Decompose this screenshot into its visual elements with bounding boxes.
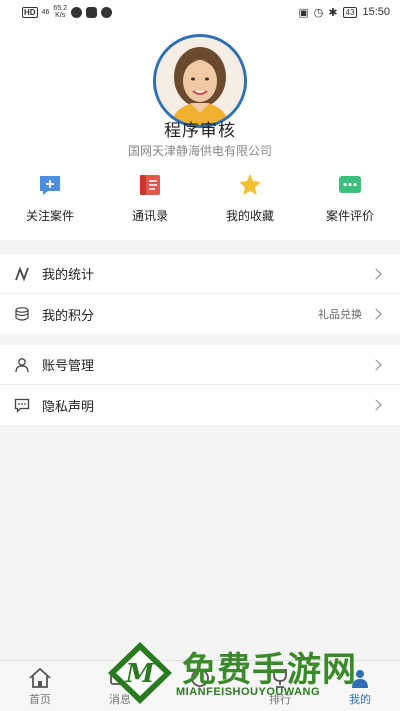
profile-company: 国网天津静海供电有限公司 xyxy=(127,144,272,158)
stats-icon xyxy=(14,265,30,282)
menu-item-points-label: 我的积分 xyxy=(42,307,95,323)
quick-actions: 关注案件 通讯录 我的收藏 案件评价 xyxy=(0,172,400,224)
quick-case-review[interactable]: 案件评价 xyxy=(300,172,400,224)
home-icon xyxy=(29,667,51,688)
chevron-right-icon xyxy=(370,358,382,371)
quick-contacts-label: 通讯录 xyxy=(131,209,168,223)
menu-item-privacy-label: 隐私声明 xyxy=(42,398,95,414)
chevron-right-icon xyxy=(370,308,382,320)
nav-profile[interactable]: 我的 xyxy=(320,661,400,711)
nav-center[interactable] xyxy=(160,661,240,711)
quick-contacts[interactable]: 通讯录 xyxy=(100,172,200,224)
signal-icon: 46 xyxy=(41,8,50,16)
chevron-right-icon xyxy=(370,399,382,411)
message-nav-icon xyxy=(110,669,130,685)
star-icon xyxy=(239,174,261,195)
menu-item-points[interactable]: 我的积分 礼品兑换 xyxy=(0,294,400,334)
menu-group-2: 账号管理 隐私声明 xyxy=(0,345,400,425)
menu-item-statistics-label: 我的统计 xyxy=(42,267,95,282)
app-notification-icon xyxy=(70,6,82,18)
alarm-icon: ◷ xyxy=(313,6,324,19)
menu-item-account[interactable]: 账号管理 xyxy=(0,345,400,385)
network-speed-unit: K/s xyxy=(55,12,66,19)
nfc-icon: ▣ xyxy=(298,6,309,19)
profile-name: 程序审核 xyxy=(164,121,236,140)
battery-icon: 43 xyxy=(342,6,358,18)
chat-notification-icon xyxy=(100,6,112,18)
menu-item-privacy[interactable]: 隐私声明 xyxy=(0,385,400,425)
menu-item-account-label: 账号管理 xyxy=(42,358,95,373)
nav-profile-label: 我的 xyxy=(349,694,371,706)
nav-home-label: 首页 xyxy=(29,694,51,706)
message-icon xyxy=(14,397,30,413)
hd-indicator: HD xyxy=(22,6,38,18)
quick-follow-case-label: 关注案件 xyxy=(25,209,74,223)
clock: 15:50 xyxy=(362,6,390,18)
gift-exchange-link[interactable]: 礼品兑换 xyxy=(318,306,362,322)
center-icon xyxy=(191,669,209,687)
bluetooth-icon: ✱ xyxy=(328,6,338,19)
network-speed-value: 65.2 xyxy=(53,5,67,12)
chevron-right-icon xyxy=(370,267,382,280)
trophy-icon xyxy=(273,669,287,688)
contacts-icon xyxy=(140,175,160,195)
nav-messages[interactable]: 消息 xyxy=(80,661,160,711)
status-bar: HD 46 65.2 K/s ▣ ◷ ✱ 43 15:50 xyxy=(0,0,400,24)
avatar[interactable] xyxy=(153,34,247,128)
quick-follow-case[interactable]: 关注案件 xyxy=(0,172,100,224)
user-icon xyxy=(14,357,30,373)
menu-item-statistics[interactable]: 我的统计 xyxy=(0,254,400,294)
quick-favorites[interactable]: 我的收藏 xyxy=(200,172,300,224)
chat-bubble-icon xyxy=(339,176,361,193)
menu-group-1: 我的统计 我的积分 礼品兑换 xyxy=(0,254,400,334)
network-speed: 65.2 K/s xyxy=(53,5,67,19)
nav-ranking-label: 排行 xyxy=(269,694,291,706)
nav-home[interactable]: 首页 xyxy=(0,661,80,711)
quick-case-review-label: 案件评价 xyxy=(325,209,374,223)
follow-case-icon xyxy=(40,176,60,195)
avatar-photo xyxy=(156,37,244,125)
nav-ranking[interactable]: 排行 xyxy=(240,661,320,711)
nav-messages-label: 消息 xyxy=(109,694,131,706)
coins-icon xyxy=(14,306,30,322)
profile-nav-icon xyxy=(352,670,368,688)
bottom-nav: 首页 消息 排行 我的 xyxy=(0,660,400,711)
quick-favorites-label: 我的收藏 xyxy=(225,209,274,223)
health-notification-icon xyxy=(85,6,97,18)
profile-header: 程序审核 国网天津静海供电有限公司 关注案件 通讯录 我的收藏 案件评价 xyxy=(0,24,400,240)
